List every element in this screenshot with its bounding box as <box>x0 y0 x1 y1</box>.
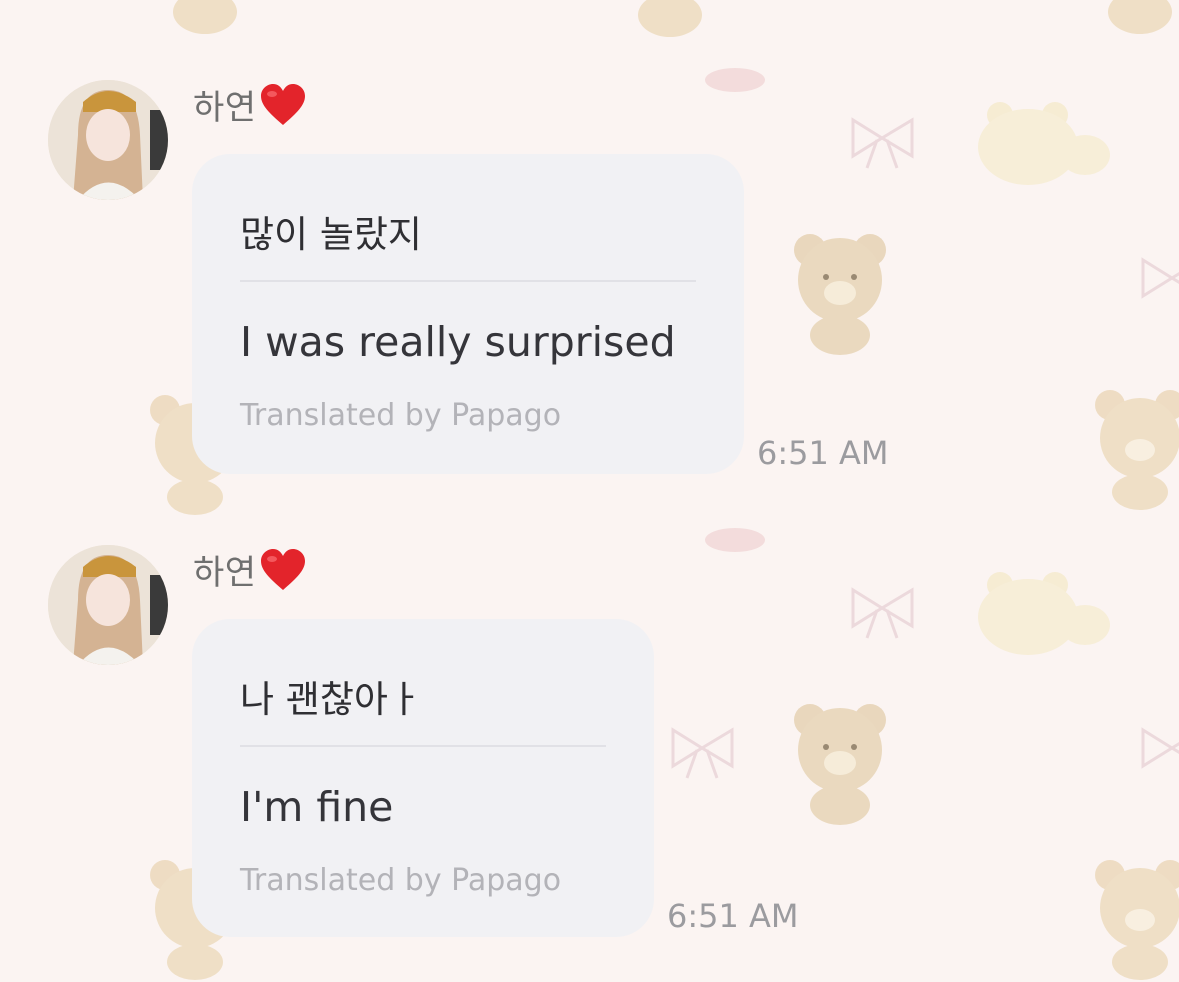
translated-text: I was really surprised <box>240 318 676 366</box>
sender-name: 하연 <box>193 80 307 129</box>
red-heart-icon <box>260 548 305 590</box>
chat-message: 하연 나 괜찮아ㅏ I'm fine Translated by Papago … <box>0 465 1179 982</box>
message-bubble[interactable]: 나 괜찮아ㅏ I'm fine Translated by Papago <box>192 619 654 937</box>
avatar-photo-icon <box>48 80 168 200</box>
translation-divider <box>240 745 606 747</box>
original-text: 많이 놀랐지 <box>240 213 422 256</box>
sender-name-text: 하연 <box>193 553 257 593</box>
translation-credit: Translated by Papago <box>240 398 562 433</box>
message-timestamp: 6:51 AM <box>667 897 799 935</box>
translation-credit: Translated by Papago <box>240 863 562 898</box>
red-heart-icon <box>260 83 305 125</box>
avatar-photo-icon <box>48 545 168 665</box>
message-bubble[interactable]: 많이 놀랐지 I was really surprised Translated… <box>192 154 744 474</box>
original-text: 나 괜찮아ㅏ <box>240 678 422 721</box>
sender-avatar[interactable] <box>48 80 168 200</box>
chat-message: 하연 많이 놀랐지 I was really surprised Transla… <box>0 0 1179 490</box>
sender-avatar[interactable] <box>48 545 168 665</box>
sender-name: 하연 <box>193 545 307 594</box>
sender-name-text: 하연 <box>193 88 257 128</box>
translated-text: I'm fine <box>240 783 394 831</box>
translation-divider <box>240 280 696 282</box>
